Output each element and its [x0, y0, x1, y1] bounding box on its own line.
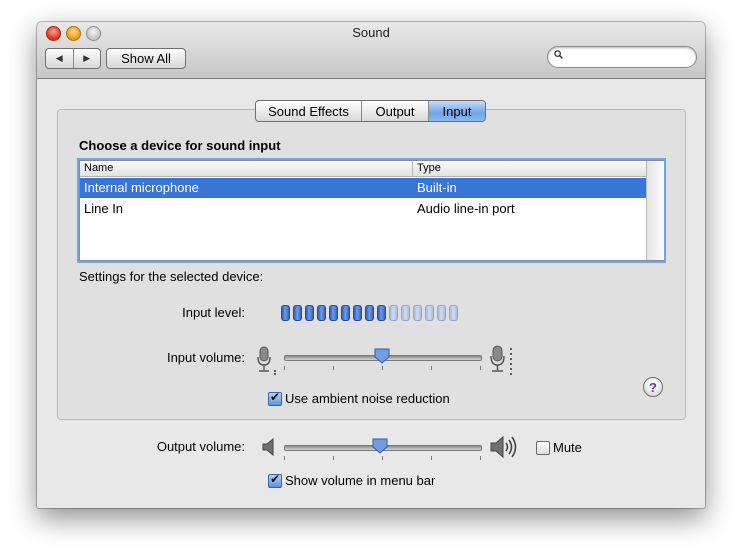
- mute-checkbox[interactable]: [536, 441, 550, 455]
- column-header-type[interactable]: Type: [417, 162, 441, 174]
- slider-knob[interactable]: [374, 348, 390, 364]
- slider-tick: [333, 456, 334, 460]
- level-segment: [353, 305, 362, 321]
- speaker-low-icon: [262, 438, 274, 456]
- slider-tick: [284, 456, 285, 460]
- search-input[interactable]: [568, 49, 692, 65]
- level-segment: [389, 305, 398, 321]
- show-all-button[interactable]: Show All: [106, 48, 186, 69]
- slider-tick: [480, 456, 481, 460]
- search-field[interactable]: [547, 46, 697, 68]
- slider-knob[interactable]: [372, 438, 388, 454]
- input-level-meter: [281, 305, 458, 321]
- input-volume-slider[interactable]: [284, 348, 482, 370]
- tab-sound-effects[interactable]: Sound Effects: [256, 101, 362, 121]
- device-name: Internal microphone: [84, 180, 199, 195]
- input-volume-label: Input volume:: [166, 350, 245, 365]
- device-type: Audio line-in port: [417, 201, 515, 216]
- forward-arrow-icon[interactable]: ▶: [74, 49, 101, 68]
- slider-tick: [431, 366, 432, 370]
- tab-panel: [57, 109, 686, 420]
- mute-label[interactable]: Mute: [553, 440, 582, 455]
- input-level-label: Input level:: [182, 305, 245, 320]
- show-volume-label[interactable]: Show volume in menu bar: [285, 473, 435, 488]
- tab-bar: Sound Effects Output Input: [255, 100, 486, 122]
- slider-tick: [382, 366, 383, 370]
- tab-input[interactable]: Input: [429, 101, 485, 121]
- level-segment: [293, 305, 302, 321]
- level-segment: [365, 305, 374, 321]
- help-icon[interactable]: ?: [643, 377, 663, 397]
- slider-tick: [382, 456, 383, 460]
- slider-tick: [480, 366, 481, 370]
- table-row[interactable]: Line In Audio line-in port: [80, 199, 646, 219]
- settings-label: Settings for the selected device:: [79, 269, 264, 284]
- column-divider[interactable]: [412, 161, 413, 176]
- show-volume-checkbox[interactable]: [268, 472, 282, 488]
- window-title: Sound: [352, 25, 390, 40]
- slider-tick: [284, 366, 285, 370]
- device-list-heading: Choose a device for sound input: [79, 138, 281, 153]
- level-segment: [377, 305, 386, 321]
- slider-tick: [333, 366, 334, 370]
- device-type: Built-in: [417, 180, 457, 195]
- table-scrollbar[interactable]: [646, 161, 664, 260]
- level-segment: [413, 305, 422, 321]
- microphone-high-icon: [490, 345, 512, 375]
- device-name: Line In: [84, 201, 124, 216]
- output-volume-label: Output volume:: [156, 439, 245, 454]
- input-device-table: Name Type Internal microphone Built-in L…: [79, 160, 664, 261]
- level-segment: [437, 305, 446, 321]
- table-row[interactable]: Internal microphone Built-in: [80, 178, 646, 198]
- microphone-low-icon: [257, 346, 276, 375]
- level-segment: [425, 305, 434, 321]
- ambient-noise-checkbox[interactable]: [268, 390, 282, 406]
- tab-output[interactable]: Output: [362, 101, 429, 121]
- ambient-noise-label[interactable]: Use ambient noise reduction: [285, 391, 450, 406]
- level-segment: [449, 305, 458, 321]
- level-segment: [341, 305, 350, 321]
- level-segment: [281, 305, 290, 321]
- column-header-name[interactable]: Name: [84, 162, 113, 174]
- output-volume-slider[interactable]: [284, 438, 482, 460]
- back-arrow-icon[interactable]: ◀: [46, 49, 74, 68]
- back-forward-control: ◀ ▶: [45, 48, 101, 69]
- slider-tick: [431, 456, 432, 460]
- speaker-high-icon: [490, 435, 517, 459]
- level-segment: [317, 305, 326, 321]
- search-icon: [554, 50, 563, 59]
- title-bar: Sound ◀ ▶ Show All: [37, 22, 705, 79]
- level-segment: [401, 305, 410, 321]
- sound-preferences-window: Sound ◀ ▶ Show All Sound Effects Output …: [37, 22, 705, 508]
- table-header: Name Type: [80, 161, 646, 177]
- level-segment: [305, 305, 314, 321]
- level-segment: [329, 305, 338, 321]
